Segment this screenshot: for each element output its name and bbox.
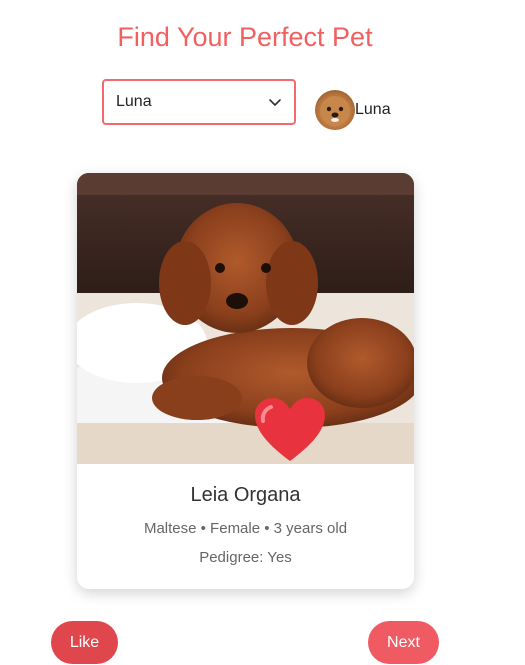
like-button[interactable]: Like bbox=[51, 621, 118, 664]
avatar bbox=[315, 90, 355, 130]
pet-select-value: Luna bbox=[116, 93, 152, 110]
pet-photo bbox=[77, 173, 414, 464]
profile-name: Luna bbox=[355, 101, 391, 118]
pet-details: Maltese • Female • 3 years old bbox=[143, 520, 348, 537]
heart-icon bbox=[255, 398, 325, 461]
page-title: Find Your Perfect Pet bbox=[117, 22, 373, 52]
profile-chip[interactable]: Luna bbox=[315, 90, 391, 130]
chevron-down-icon bbox=[269, 99, 281, 106]
pet-select[interactable]: Luna bbox=[102, 79, 296, 125]
next-button[interactable]: Next bbox=[368, 621, 439, 664]
pet-name: Leia Organa bbox=[190, 484, 301, 506]
pet-card: Leia Organa Maltese • Female • 3 years o… bbox=[77, 173, 414, 589]
pet-pedigree: Pedigree: Yes bbox=[199, 549, 292, 566]
